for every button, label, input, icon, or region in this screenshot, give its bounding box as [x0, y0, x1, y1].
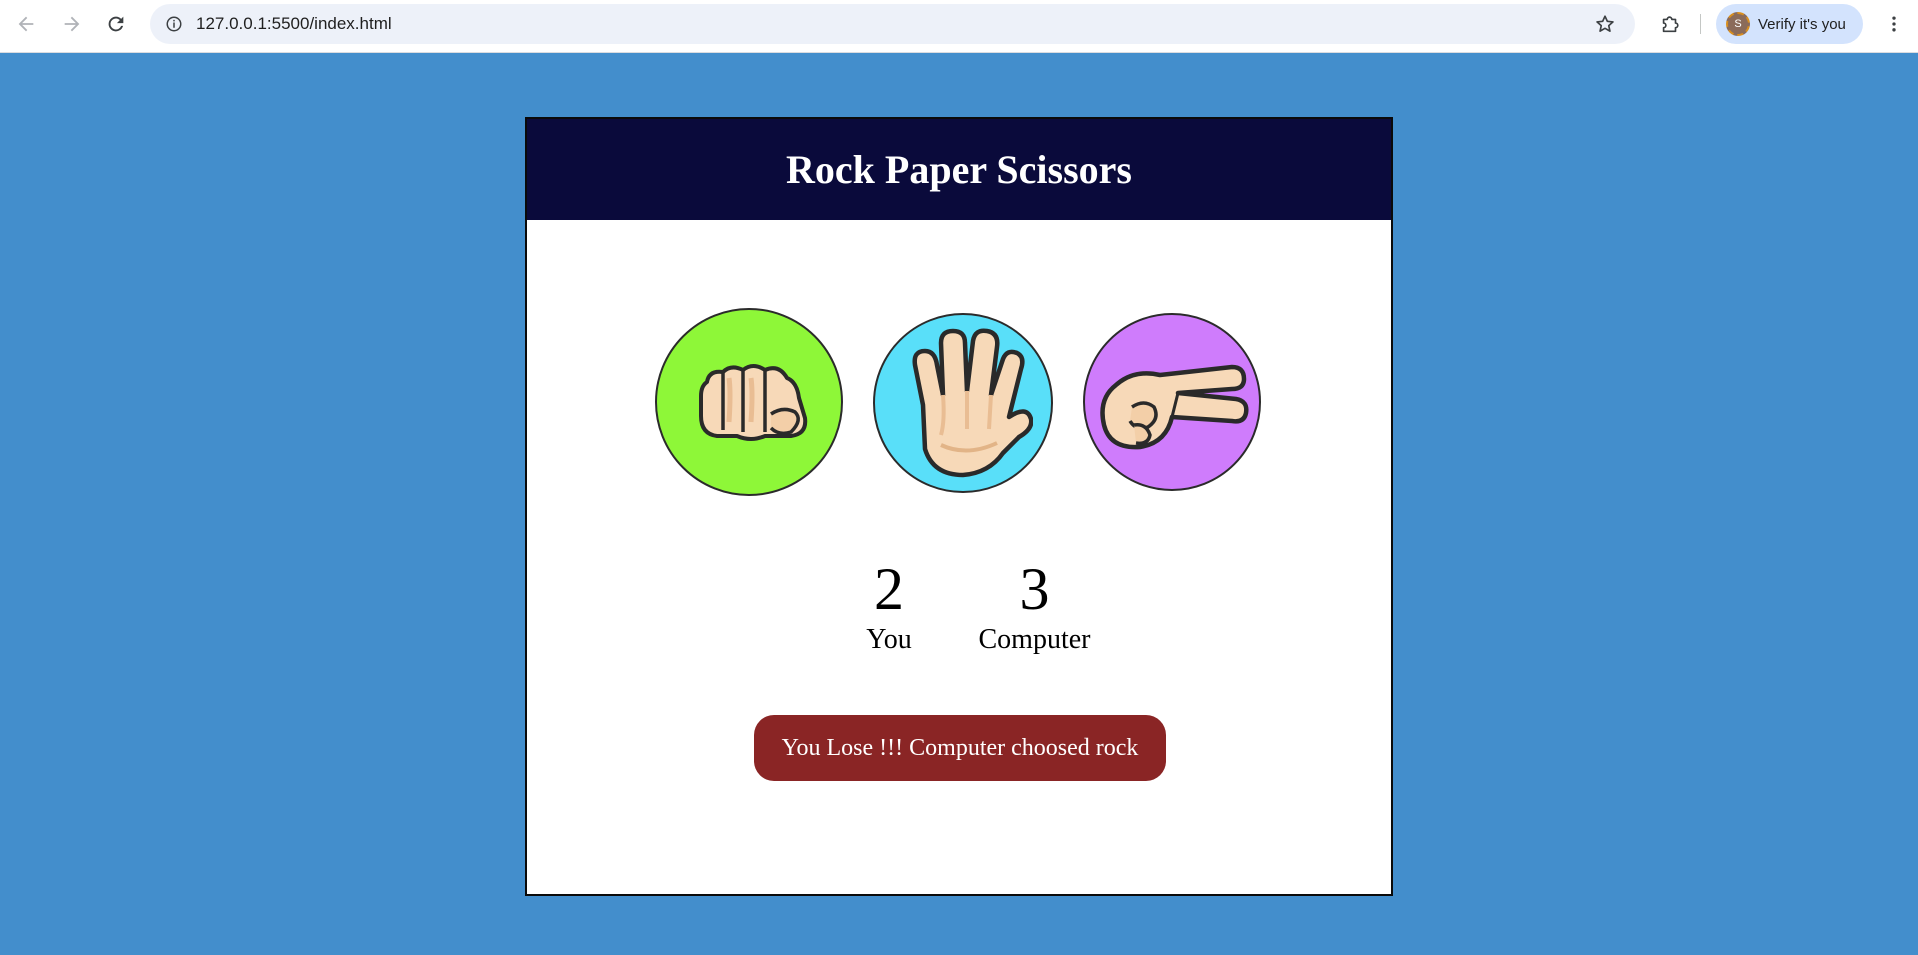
- computer-score-value: 3: [1019, 556, 1050, 622]
- arrow-left-icon: [18, 16, 34, 32]
- computer-score: 3 Computer: [947, 559, 1122, 657]
- address-bar[interactable]: 127.0.0.1:5500/index.html: [150, 4, 1635, 44]
- reload-button[interactable]: [96, 6, 136, 42]
- back-button[interactable]: [6, 6, 46, 42]
- game-header: Rock Paper Scissors: [527, 119, 1391, 220]
- avatar: S: [1726, 12, 1750, 36]
- bookmark-star-icon[interactable]: [1589, 8, 1621, 40]
- browser-menu-button[interactable]: [1876, 6, 1912, 42]
- paper-choice[interactable]: [873, 313, 1053, 493]
- result-message: You Lose !!! Computer choosed rock: [754, 715, 1166, 781]
- browser-toolbar: 127.0.0.1:5500/index.html S Verify it's …: [0, 0, 1918, 53]
- user-score-value: 2: [874, 556, 904, 622]
- computer-score-label: Computer: [978, 624, 1091, 655]
- profile-button[interactable]: S Verify it's you: [1716, 4, 1863, 44]
- scissors-choice[interactable]: [1083, 313, 1261, 491]
- fist-icon: [699, 364, 808, 441]
- forward-button[interactable]: [52, 6, 92, 42]
- rock-choice[interactable]: [655, 308, 843, 496]
- reload-icon: [108, 16, 124, 32]
- puzzle-icon: [1662, 16, 1679, 33]
- extensions-button[interactable]: [1650, 6, 1690, 42]
- toolbar-divider: [1700, 14, 1701, 34]
- profile-label: Verify it's you: [1758, 15, 1846, 33]
- user-score-label: You: [866, 624, 912, 655]
- scissors-hand-icon: [1100, 364, 1249, 450]
- more-vert-icon: [1892, 16, 1896, 32]
- open-hand-icon: [912, 328, 1033, 478]
- user-score: 2 You: [834, 559, 944, 657]
- site-info-icon[interactable]: [158, 8, 190, 40]
- arrow-right-icon: [64, 16, 80, 32]
- game-container: Rock Paper Scissors 2 You 3 Computer You…: [525, 117, 1393, 896]
- page-title: Rock Paper Scissors: [786, 147, 1132, 192]
- url-text[interactable]: 127.0.0.1:5500/index.html: [196, 4, 392, 44]
